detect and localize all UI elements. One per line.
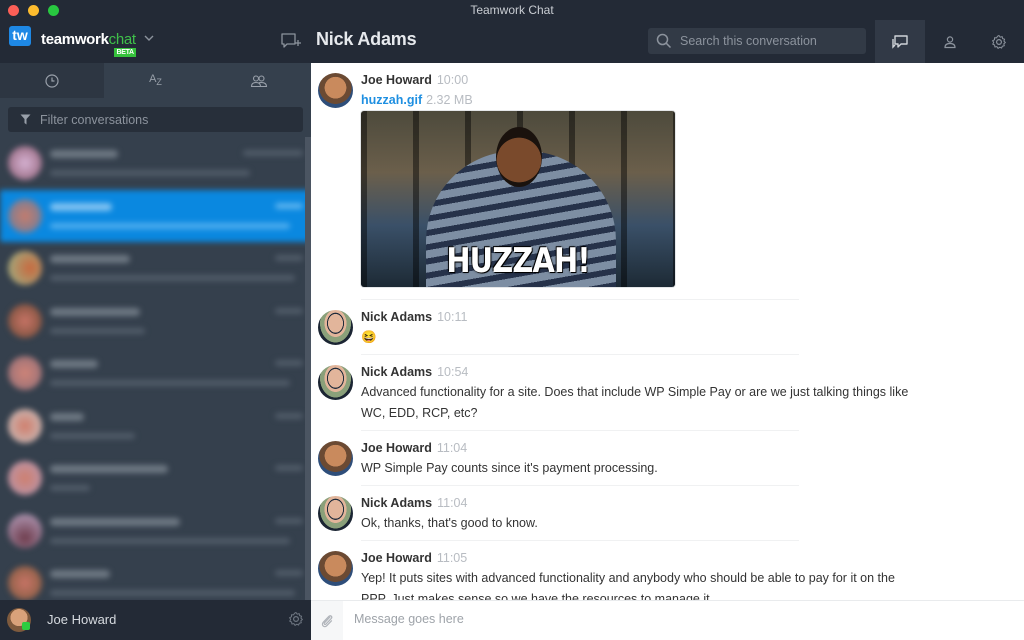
maximize-window-button[interactable]: [48, 5, 59, 16]
gear-icon: [289, 612, 303, 626]
conversation-item[interactable]: [0, 347, 311, 400]
person-icon: [944, 35, 956, 48]
filter-icon: [20, 114, 31, 125]
message-list: Joe Howard 10:00 huzzah.gif 2.32 MB HUZZAH…: [311, 63, 1024, 600]
message-time: 10:54: [437, 365, 469, 379]
message-author[interactable]: Nick Adams: [361, 365, 432, 379]
avatar[interactable]: [318, 441, 353, 476]
avatar[interactable]: [318, 310, 353, 345]
people-icon: [251, 74, 268, 87]
message: Joe Howard 10:00 huzzah.gif 2.32 MB HUZZAH…: [311, 63, 1024, 287]
app-window: Teamwork Chat tw teamworkchat BETA Nick …: [0, 0, 1024, 640]
message-input[interactable]: [354, 612, 994, 626]
conversation-item[interactable]: [0, 242, 311, 295]
message-author[interactable]: Joe Howard: [361, 551, 432, 565]
online-status-indicator: [22, 622, 30, 630]
conversation-item[interactable]: [0, 400, 311, 453]
search-input[interactable]: [680, 34, 850, 48]
message-text: Ok, thanks, that's good to know.: [361, 516, 538, 530]
message-time: 10:11: [437, 310, 468, 324]
conversation-view-button[interactable]: [875, 20, 925, 63]
profile-button[interactable]: [925, 20, 975, 63]
minimize-window-button[interactable]: [28, 5, 39, 16]
avatar[interactable]: [318, 73, 353, 108]
conversation-item[interactable]: [0, 505, 311, 558]
attachment-link[interactable]: huzzah.gif: [361, 93, 422, 107]
tab-people[interactable]: [207, 63, 312, 98]
message-time: 11:04: [436, 441, 468, 455]
conversation-title: Nick Adams: [316, 29, 417, 49]
message-time: 11:05: [436, 551, 468, 565]
message: Nick Adams 11:04 Ok, thanks, that's good …: [311, 486, 1024, 534]
conversation-item[interactable]: [0, 295, 311, 348]
az-sort-icon: AZ: [149, 73, 162, 88]
conversation-icon: [892, 34, 908, 49]
close-window-button[interactable]: [8, 5, 19, 16]
avatar[interactable]: [318, 551, 353, 586]
attach-file-button[interactable]: [311, 601, 343, 640]
sidebar: AZ Joe Howard: [0, 63, 312, 640]
message-text: Yep! It puts sites with advanced functio…: [361, 571, 895, 600]
chevron-down-icon[interactable]: [144, 33, 154, 45]
attachment-size: 2.32 MB: [426, 93, 473, 107]
message: Joe Howard 11:04 WP Simple Pay counts sin…: [311, 431, 1024, 479]
window-title: Teamwork Chat: [470, 3, 554, 17]
filter-input[interactable]: [40, 112, 280, 127]
message-time: 11:04: [437, 496, 468, 510]
conversation-item[interactable]: [0, 557, 311, 600]
gif-caption: HUZZAH!: [446, 241, 590, 281]
app-header: tw teamworkchat BETA Nick Adams: [0, 20, 1024, 63]
teamwork-logo-icon: tw: [9, 26, 37, 52]
sidebar-tabs: AZ: [0, 63, 312, 98]
avatar[interactable]: [318, 496, 353, 531]
message-author[interactable]: Joe Howard: [361, 441, 432, 455]
clock-icon: [45, 73, 59, 88]
filter-conversations[interactable]: [8, 107, 303, 132]
brand-name: teamworkchat BETA: [41, 30, 136, 57]
gear-icon: [992, 34, 1006, 49]
conversation-search[interactable]: [648, 28, 866, 54]
search-icon: [656, 33, 672, 49]
title-bar: Teamwork Chat: [0, 0, 1024, 20]
conversation-item[interactable]: [0, 452, 311, 505]
message-composer: [311, 600, 1024, 640]
message: Nick Adams 10:11 😆: [311, 300, 1024, 348]
beta-badge: BETA: [114, 47, 136, 57]
conversation-item[interactable]: [0, 137, 311, 190]
brand-menu[interactable]: tw teamworkchat BETA: [9, 26, 154, 57]
new-conversation-icon[interactable]: [280, 32, 302, 50]
conversation-list: [0, 137, 311, 600]
message-text: WP Simple Pay counts since it's payment …: [361, 461, 658, 475]
message: Nick Adams 10:54 Advanced functionality f…: [311, 355, 1024, 424]
user-settings-button[interactable]: [288, 611, 304, 632]
gif-image[interactable]: HUZZAH!: [361, 111, 675, 287]
current-user-name: Joe Howard: [47, 612, 117, 627]
message-text: Advanced functionality for a site. Does …: [361, 385, 909, 420]
tab-recent[interactable]: [0, 63, 104, 98]
avatar[interactable]: [318, 365, 353, 400]
paperclip-icon: [321, 614, 333, 627]
settings-button[interactable]: [974, 20, 1024, 63]
message-author[interactable]: Nick Adams: [361, 496, 432, 510]
message-author[interactable]: Joe Howard: [361, 73, 432, 87]
conversation-item-selected[interactable]: [0, 189, 311, 242]
message-author[interactable]: Nick Adams: [361, 310, 432, 324]
tab-alphabetical[interactable]: AZ: [103, 63, 208, 98]
message: Joe Howard 11:05 Yep! It puts sites with …: [311, 541, 1024, 600]
current-user-bar: Joe Howard: [0, 600, 311, 640]
message-emoji: 😆: [361, 330, 377, 344]
message-time: 10:00: [436, 73, 469, 87]
